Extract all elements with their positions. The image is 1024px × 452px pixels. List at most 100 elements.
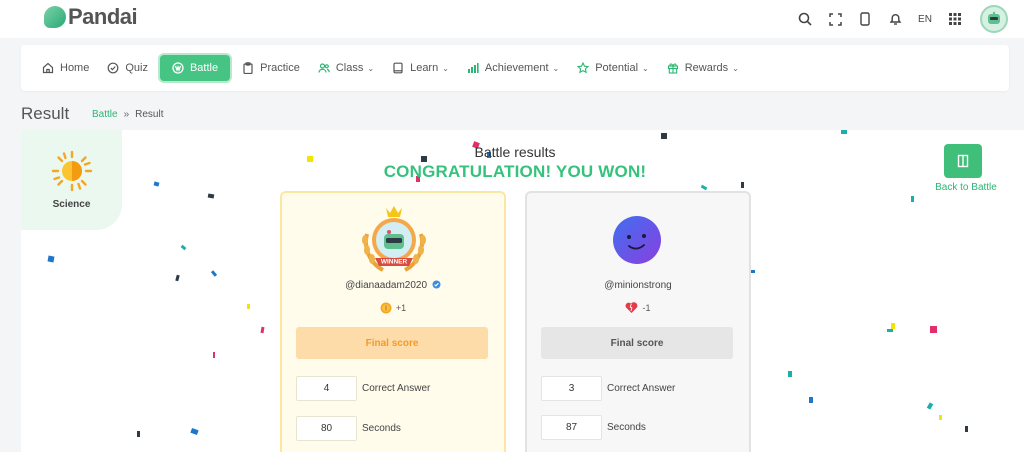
chevron-down-icon: ⌄: [552, 63, 560, 73]
opponent-seconds-row: 87 Seconds: [541, 415, 646, 440]
breadcrumb-battle-link[interactable]: Battle: [92, 109, 118, 120]
winner-seconds-label: Seconds: [362, 423, 401, 434]
battle-icon: [172, 62, 184, 74]
opponent-penalty-value: -1: [642, 303, 651, 313]
result-panel: Science Battle results CONGRATULATION! Y…: [21, 130, 1024, 452]
winner-final-score: Final score: [296, 327, 488, 359]
opponent-seconds-value: 87: [541, 415, 602, 440]
nav-class[interactable]: Class ⌄: [312, 55, 380, 81]
nav-rewards[interactable]: Rewards ⌄: [661, 55, 745, 81]
back-to-battle-label[interactable]: Back to Battle: [916, 182, 1016, 193]
winner-correct-value: 4: [296, 376, 357, 401]
confetti-piece: [661, 133, 667, 139]
broken-heart-icon: [625, 302, 638, 314]
confetti-piece: [751, 270, 755, 273]
nav-practice-label: Practice: [260, 62, 300, 74]
winner-seconds-row: 80 Seconds: [296, 416, 401, 441]
confetti-piece: [47, 255, 55, 263]
main-nav: Home Quiz Battle Practice Class ⌄ Learn …: [21, 45, 1009, 91]
winner-reward: +1: [282, 302, 504, 314]
winner-username: @dianaadam2020: [282, 280, 504, 291]
confetti-piece: [137, 431, 140, 437]
fullscreen-icon[interactable]: [820, 7, 850, 31]
winner-ribbon-text: WINNER: [381, 259, 408, 266]
nav-battle[interactable]: Battle: [159, 55, 231, 81]
confetti-piece: [190, 427, 199, 436]
nav-achievement[interactable]: Achievement ⌄: [461, 55, 565, 81]
confetti-piece: [207, 193, 215, 199]
logo[interactable]: Pandai: [44, 4, 138, 30]
opponent-correct-label: Correct Answer: [607, 383, 676, 394]
opponent-correct-value: 3: [541, 376, 602, 401]
chevron-down-icon: ⌄: [642, 63, 649, 73]
opponent-penalty: -1: [527, 302, 749, 314]
chevron-down-icon: ⌄: [367, 63, 375, 73]
search-icon[interactable]: [790, 7, 820, 31]
confetti-piece: [213, 352, 215, 358]
phone-icon[interactable]: [850, 7, 880, 31]
nav-home[interactable]: Home: [36, 55, 95, 81]
confetti-piece: [841, 130, 847, 134]
confetti-piece: [247, 304, 250, 309]
apps-grid-icon[interactable]: [940, 7, 970, 31]
confetti-piece: [965, 426, 968, 432]
user-avatar[interactable]: [980, 5, 1008, 33]
breadcrumb-current: Result: [135, 109, 164, 120]
winner-correct-label: Correct Answer: [362, 383, 431, 394]
confetti-piece: [809, 397, 813, 403]
opponent-username: @minionstrong: [604, 280, 672, 291]
home-icon: [42, 62, 54, 74]
confetti-piece: [260, 326, 265, 334]
breadcrumb-separator: »: [123, 109, 130, 120]
subject-label: Science: [52, 199, 91, 210]
verified-icon: [432, 280, 441, 289]
opponent-card: @minionstrong -1 Final score 3 Correct A…: [525, 191, 751, 452]
clipboard-icon: [242, 62, 254, 74]
back-to-battle-button[interactable]: [944, 144, 982, 178]
opponent-correct-row: 3 Correct Answer: [541, 376, 675, 401]
win-message: CONGRATULATION! YOU WON!: [383, 162, 647, 181]
breadcrumb: Battle » Result: [92, 109, 164, 120]
confetti-piece: [930, 326, 937, 333]
confetti-piece: [788, 371, 792, 377]
confetti-piece: [887, 329, 893, 332]
coin-icon: [380, 302, 392, 314]
logo-mark-icon: [44, 6, 66, 28]
nav-quiz-label: Quiz: [125, 62, 148, 74]
nav-rewards-label: Rewards: [684, 62, 729, 74]
confetti-piece: [911, 196, 914, 202]
winner-correct-row: 4 Correct Answer: [296, 376, 430, 401]
bell-icon[interactable]: [880, 7, 910, 31]
winner-card: WINNER @dianaadam2020 +1 Final score 4 C…: [280, 191, 506, 452]
book-icon: [392, 62, 404, 74]
winner-seconds-value: 80: [296, 416, 357, 441]
nav-potential-label: Potential: [595, 62, 639, 74]
confetti-piece: [153, 181, 160, 187]
chevron-down-icon: ⌄: [442, 63, 449, 73]
users-icon: [318, 62, 330, 74]
nav-quiz[interactable]: Quiz: [101, 55, 154, 81]
svg-text:WINNER: WINNER: [381, 259, 408, 266]
confetti-piece: [939, 415, 942, 420]
chevron-down-icon: ⌄: [732, 63, 739, 73]
confetti-piece: [210, 270, 218, 277]
confetti-piece: [700, 184, 708, 191]
confetti-piece: [926, 402, 934, 410]
nav-practice[interactable]: Practice: [236, 55, 306, 81]
check-circle-icon: [107, 62, 119, 74]
language-selector[interactable]: EN: [910, 7, 940, 31]
star-icon: [577, 62, 590, 74]
page-title: Result: [21, 104, 70, 123]
nav-class-label: Class: [335, 62, 364, 74]
nav-potential[interactable]: Potential ⌄: [571, 55, 655, 81]
nav-learn[interactable]: Learn ⌄: [386, 55, 455, 81]
bar-chart-icon: [467, 62, 479, 74]
confetti-piece: [175, 274, 180, 282]
nav-achievement-label: Achievement: [484, 62, 549, 74]
confetti-piece: [180, 244, 187, 251]
top-bar: Pandai EN: [0, 0, 1024, 38]
results-title: Battle results: [474, 144, 556, 160]
winner-username-text: @dianaadam2020: [345, 280, 428, 291]
gift-icon: [667, 62, 679, 74]
opponent-avatar: [613, 216, 661, 264]
